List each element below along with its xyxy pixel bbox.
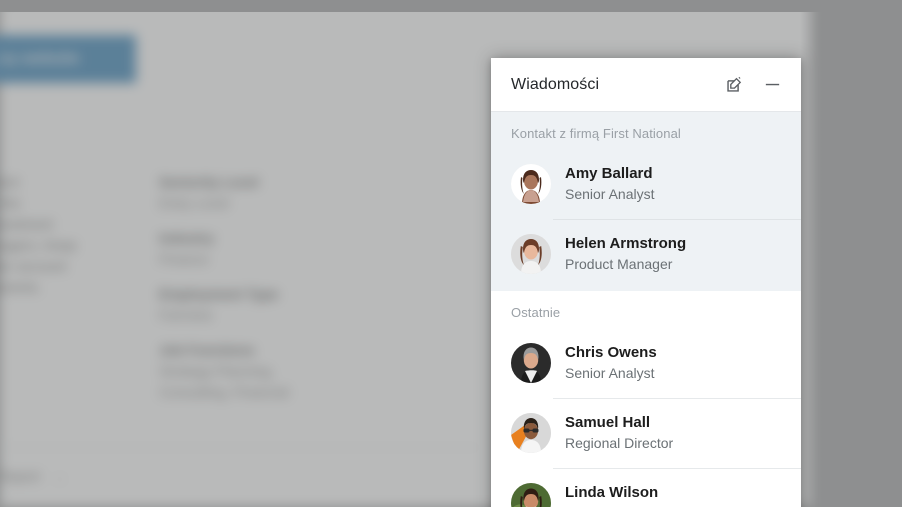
contact-name: Chris Owens — [565, 344, 657, 361]
contact-role: Senior Analyst — [565, 186, 655, 202]
background-field-value: Full-time — [159, 307, 213, 323]
background-field-label: Industry — [159, 230, 215, 246]
contact-role: Product Manager — [565, 256, 673, 272]
background-field-value: Finance — [159, 251, 209, 267]
list-item[interactable]: Linda Wilson Director Data Science — [491, 468, 801, 507]
contact-name: Helen Armstrong — [565, 235, 687, 252]
background-cta-button[interactable]: …ny website — [0, 35, 136, 83]
contact-info: Samuel Hall Regional Director — [565, 413, 783, 453]
list-item[interactable]: Amy Ballard Senior Analyst — [491, 149, 801, 219]
background-report-label: Report — [0, 468, 41, 484]
contact-info: Linda Wilson Director Data Science — [565, 483, 783, 507]
contact-info: Chris Owens Senior Analyst — [565, 343, 783, 383]
contact-name: Linda Wilson — [565, 484, 659, 501]
background-detail-fields: Seniority Level Entry Level Industry Fin… — [159, 172, 399, 403]
screen: …ny website …vestment …es for the …ent i… — [0, 0, 902, 507]
messaging-panel-body: Kontakt z firmą First National Amy Balla… — [491, 112, 801, 507]
messaging-panel-header: Wiadomości — [491, 58, 801, 112]
contact-name: Samuel Hall — [565, 414, 651, 431]
background-divider — [0, 447, 480, 448]
background-field-value: Strategy-Planning, Consulting, Financial — [159, 363, 289, 400]
messaging-panel-title: Wiadomości — [511, 75, 600, 93]
avatar — [511, 343, 551, 383]
chevron-down-icon: ⌄ — [53, 468, 66, 484]
compose-icon[interactable] — [723, 74, 745, 96]
background-description-text: …vestment …es for the …ent investment …d… — [0, 174, 77, 295]
section-title-company-contacts: Kontakt z firmą First National — [511, 126, 681, 141]
minimize-icon[interactable] — [761, 74, 783, 96]
section-company-contacts: Kontakt z firmą First National Amy Balla… — [491, 112, 801, 291]
contact-info: Helen Armstrong Product Manager — [565, 234, 783, 274]
messaging-panel: Wiadomości Kontakt z firmą First Nationa… — [491, 58, 801, 507]
background-field-label: Seniority Level — [159, 174, 259, 190]
list-item[interactable]: Helen Armstrong Product Manager — [491, 219, 801, 289]
list-item[interactable]: Chris Owens Senior Analyst — [491, 328, 801, 398]
contact-name: Amy Ballard — [565, 165, 653, 182]
section-title-recent: Ostatnie — [511, 305, 561, 320]
background-field-value: Entry Level — [159, 195, 230, 211]
background-report-link[interactable]: Report ⌄ — [0, 468, 66, 485]
contact-role: Senior Analyst — [565, 365, 655, 381]
section-recent: Ostatnie Chris Owens Senior Analyst Samu… — [491, 291, 801, 507]
avatar — [511, 164, 551, 204]
avatar — [511, 413, 551, 453]
background-field-label: Employment Type — [159, 286, 279, 302]
background-field-label: Job Functions — [159, 342, 255, 358]
avatar — [511, 234, 551, 274]
messaging-header-actions — [723, 74, 783, 96]
avatar — [511, 483, 551, 507]
contact-role: Regional Director — [565, 435, 674, 451]
contact-info: Amy Ballard Senior Analyst — [565, 164, 783, 204]
list-item[interactable]: Samuel Hall Regional Director — [491, 398, 801, 468]
